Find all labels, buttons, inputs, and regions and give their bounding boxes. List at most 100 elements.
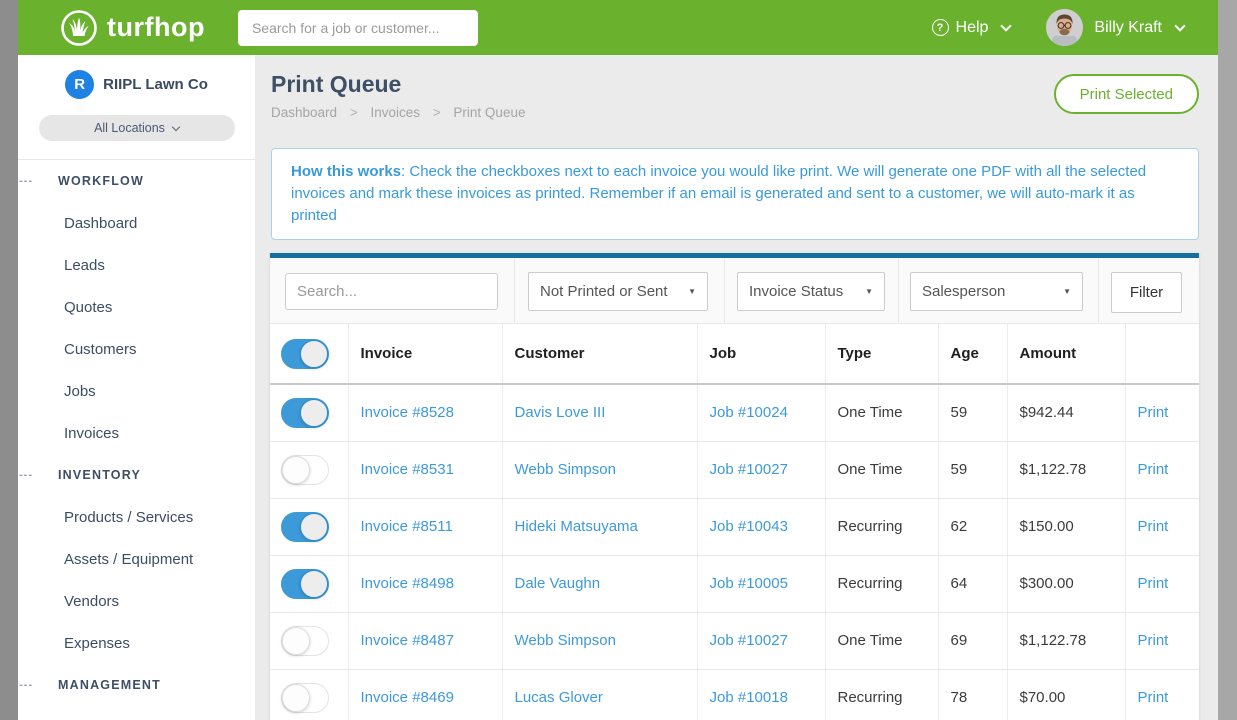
breadcrumb-separator: > — [350, 105, 358, 120]
filter-button[interactable]: Filter — [1111, 272, 1182, 313]
global-search-input[interactable] — [238, 10, 478, 46]
turfhop-grass-icon — [60, 9, 98, 47]
invoice-age: 69 — [951, 632, 968, 649]
customer-link[interactable]: Webb Simpson — [515, 632, 616, 649]
section-dash-icon: --- — [19, 679, 33, 691]
salesperson-select[interactable]: Salesperson ▼ — [910, 272, 1083, 311]
invoice-age: 59 — [951, 404, 968, 421]
printed-filter-select[interactable]: Not Printed or Sent ▼ — [528, 272, 708, 311]
breadcrumb-invoices[interactable]: Invoices — [370, 105, 420, 120]
invoice-amount: $1,122.78 — [1020, 461, 1087, 478]
invoice-link[interactable]: Invoice #8487 — [361, 632, 454, 649]
customer-link[interactable]: Davis Love III — [515, 404, 606, 421]
app-logo[interactable]: turfhop — [60, 9, 205, 47]
invoice-type: Recurring — [838, 518, 903, 535]
select-arrow-icon: ▼ — [855, 287, 873, 296]
job-link[interactable]: Job #10018 — [710, 689, 788, 706]
company-badge-icon: R — [65, 70, 94, 99]
sidebar-item-vendors[interactable]: Vendors — [18, 580, 255, 622]
job-link[interactable]: Job #10027 — [710, 461, 788, 478]
invoice-link[interactable]: Invoice #8498 — [361, 575, 454, 592]
page-title: Print Queue — [271, 71, 401, 98]
customer-link[interactable]: Webb Simpson — [515, 461, 616, 478]
invoice-link[interactable]: Invoice #8531 — [361, 461, 454, 478]
user-name[interactable]: Billy Kraft — [1094, 19, 1162, 37]
printed-filter-value: Not Printed or Sent — [540, 283, 668, 300]
customer-link[interactable]: Hideki Matsuyama — [515, 518, 638, 535]
sidebar-section-workflow: ---WORKFLOW — [18, 160, 255, 202]
sidebar-item-dashboard[interactable]: Dashboard — [18, 202, 255, 244]
app-window: turfhop ? Help — [18, 0, 1218, 720]
print-row-link[interactable]: Print — [1138, 404, 1169, 421]
help-menu[interactable]: ? Help — [932, 19, 1011, 37]
sidebar-item-leads[interactable]: Leads — [18, 244, 255, 286]
invoice-type: Recurring — [838, 689, 903, 706]
invoice-link[interactable]: Invoice #8528 — [361, 404, 454, 421]
sidebar-item-customers[interactable]: Customers — [18, 328, 255, 370]
row-select-toggle[interactable] — [281, 398, 329, 428]
column-header-job: Job — [697, 324, 825, 384]
sidebar-item-products-services[interactable]: Products / Services — [18, 496, 255, 538]
table-header-row: Invoice Customer Job Type Age Amount — [270, 324, 1199, 384]
invoice-amount: $1,122.78 — [1020, 632, 1087, 649]
sidebar-section-label: INVENTORY — [58, 468, 141, 482]
row-select-toggle[interactable] — [281, 512, 329, 542]
column-header-customer: Customer — [502, 324, 697, 384]
invoice-amount: $70.00 — [1020, 689, 1066, 706]
top-right-group: ? Help — [932, 9, 1184, 46]
invoice-amount: $150.00 — [1020, 518, 1074, 535]
customer-link[interactable]: Lucas Glover — [515, 689, 603, 706]
filter-divider — [898, 258, 899, 323]
screen-edge-right — [1218, 0, 1237, 720]
breadcrumb: Dashboard > Invoices > Print Queue — [271, 105, 525, 120]
print-selected-button[interactable]: Print Selected — [1054, 74, 1199, 114]
print-row-link[interactable]: Print — [1138, 461, 1169, 478]
toggle-knob — [300, 570, 328, 598]
table-search-input[interactable] — [285, 273, 498, 310]
filter-divider — [1098, 258, 1099, 323]
row-select-toggle[interactable] — [281, 626, 329, 656]
print-row-link[interactable]: Print — [1138, 518, 1169, 535]
column-header-actions — [1125, 324, 1199, 384]
breadcrumb-dashboard[interactable]: Dashboard — [271, 105, 337, 120]
invoice-age: 64 — [951, 575, 968, 592]
row-select-toggle[interactable] — [281, 683, 329, 713]
breadcrumb-current: Print Queue — [453, 105, 525, 120]
toggle-knob — [282, 684, 310, 712]
breadcrumb-separator: > — [433, 105, 441, 120]
invoice-table: Invoice Customer Job Type Age Amount Inv… — [270, 324, 1199, 720]
app-logo-text: turfhop — [107, 12, 205, 43]
location-selector[interactable]: All Locations — [39, 115, 235, 141]
invoice-link[interactable]: Invoice #8511 — [361, 518, 453, 535]
job-link[interactable]: Job #10027 — [710, 632, 788, 649]
row-select-toggle[interactable] — [281, 569, 329, 599]
print-row-link[interactable]: Print — [1138, 632, 1169, 649]
print-row-link[interactable]: Print — [1138, 575, 1169, 592]
help-label: Help — [956, 19, 989, 37]
column-header-type: Type — [825, 324, 938, 384]
sidebar-item-assets-equipment[interactable]: Assets / Equipment — [18, 538, 255, 580]
select-all-toggle[interactable] — [281, 339, 329, 369]
job-link[interactable]: Job #10043 — [710, 518, 788, 535]
table-row: Invoice #8528Davis Love IIIJob #10024One… — [270, 384, 1199, 441]
invoice-status-select[interactable]: Invoice Status ▼ — [737, 272, 885, 311]
toggle-knob — [282, 627, 310, 655]
job-link[interactable]: Job #10005 — [710, 575, 788, 592]
job-link[interactable]: Job #10024 — [710, 404, 788, 421]
sidebar-section-management: ---MANAGEMENT — [18, 664, 255, 706]
sidebar-item-expenses[interactable]: Expenses — [18, 622, 255, 664]
sidebar-section-reports: ---REPORTS — [18, 706, 255, 720]
customer-link[interactable]: Dale Vaughn — [515, 575, 601, 592]
how-this-works-note: How this works: Check the checkboxes nex… — [271, 148, 1199, 240]
invoice-type: One Time — [838, 632, 903, 649]
user-avatar[interactable] — [1046, 9, 1083, 46]
sidebar-item-invoices[interactable]: Invoices — [18, 412, 255, 454]
invoice-link[interactable]: Invoice #8469 — [361, 689, 454, 706]
sidebar-item-jobs[interactable]: Jobs — [18, 370, 255, 412]
screen-edge-left — [0, 0, 18, 720]
sidebar-item-quotes[interactable]: Quotes — [18, 286, 255, 328]
invoice-status-value: Invoice Status — [749, 283, 843, 300]
print-row-link[interactable]: Print — [1138, 689, 1169, 706]
company-account[interactable]: R RIIPL Lawn Co — [18, 70, 255, 99]
row-select-toggle[interactable] — [281, 455, 329, 485]
